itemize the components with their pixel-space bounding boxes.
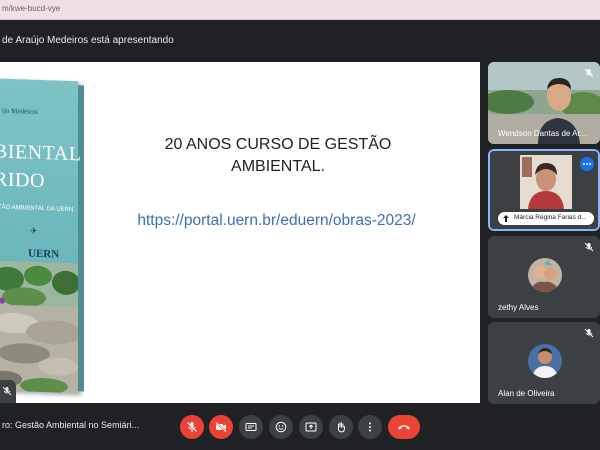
- book-title-line2: RIDO: [0, 168, 45, 193]
- camera-off-button[interactable]: [209, 415, 233, 439]
- mic-off-button[interactable]: [180, 415, 204, 439]
- book-title-line1: BIENTAL: [0, 140, 82, 166]
- book-author: ijo Medeiros: [2, 106, 38, 116]
- pin-icon: [503, 215, 509, 222]
- participant-name-pill: Márcia Regina Farias d...: [498, 212, 594, 225]
- book-cover-image: ijo Medeiros BIENTAL RIDO TÃO AMBIENTAL …: [0, 78, 88, 403]
- captions-icon: [245, 423, 257, 431]
- participant-tile[interactable]: zethy Alves: [488, 236, 600, 318]
- landscape-photo: [0, 260, 78, 394]
- captions-button[interactable]: [239, 415, 263, 439]
- participant-tile-active[interactable]: Márcia Regina Farias d...: [488, 149, 600, 231]
- slide-title: 20 ANOS CURSO DE GESTÃO AMBIENTAL.: [164, 136, 392, 175]
- mic-off-icon: [584, 328, 594, 338]
- url-text: m/kwe-bucd-vye: [2, 4, 61, 13]
- meeting-controls-bar: ro: Gestão Ambiental no Semiári...: [0, 405, 600, 450]
- raise-hand-button[interactable]: [329, 415, 353, 439]
- shared-screen: ijo Medeiros BIENTAL RIDO TÃO AMBIENTAL …: [0, 62, 480, 403]
- participant-tile[interactable]: Wendson Dantas de Ar...: [488, 62, 600, 144]
- avatar: [528, 344, 562, 378]
- mic-off-icon: [584, 68, 594, 78]
- more-vert-icon: [369, 422, 371, 432]
- slide-link[interactable]: https://portal.uern.br/eduern/obras-2023…: [104, 212, 449, 230]
- participant-name: Alan de Oliveira: [498, 389, 555, 398]
- browser-url-bar[interactable]: m/kwe-bucd-vye: [0, 0, 600, 20]
- more-options-button[interactable]: [358, 415, 382, 439]
- participant-name: Márcia Regina Farias d...: [514, 214, 587, 221]
- participant-tile[interactable]: Alan de Oliveira: [488, 322, 600, 404]
- self-view-tile[interactable]: [0, 380, 16, 403]
- presenting-banner: de Araújo Medeiros está apresentando: [0, 30, 600, 52]
- book-publisher-logo: UERN: [28, 247, 60, 261]
- camera-off-icon: [215, 421, 227, 433]
- hang-up-button[interactable]: [388, 415, 420, 439]
- hand-icon: [337, 422, 345, 433]
- meeting-title: ro: Gestão Ambiental no Semiári...: [2, 420, 140, 430]
- presenting-text: de Araújo Medeiros está apresentando: [2, 35, 174, 46]
- emoji-button[interactable]: [269, 415, 293, 439]
- bird-icon: ✈: [30, 225, 38, 236]
- mic-off-icon: [2, 386, 12, 396]
- present-icon: [305, 422, 317, 432]
- present-button[interactable]: [299, 415, 323, 439]
- mic-off-icon: [187, 422, 197, 432]
- phone-hangup-icon: [398, 425, 410, 430]
- emoji-icon: [275, 421, 287, 433]
- avatar: [528, 258, 562, 292]
- participant-name: zethy Alves: [498, 303, 539, 312]
- participant-name: Wendson Dantas de Ar...: [498, 129, 587, 138]
- more-options-button[interactable]: [580, 157, 594, 171]
- mic-off-icon: [584, 242, 594, 252]
